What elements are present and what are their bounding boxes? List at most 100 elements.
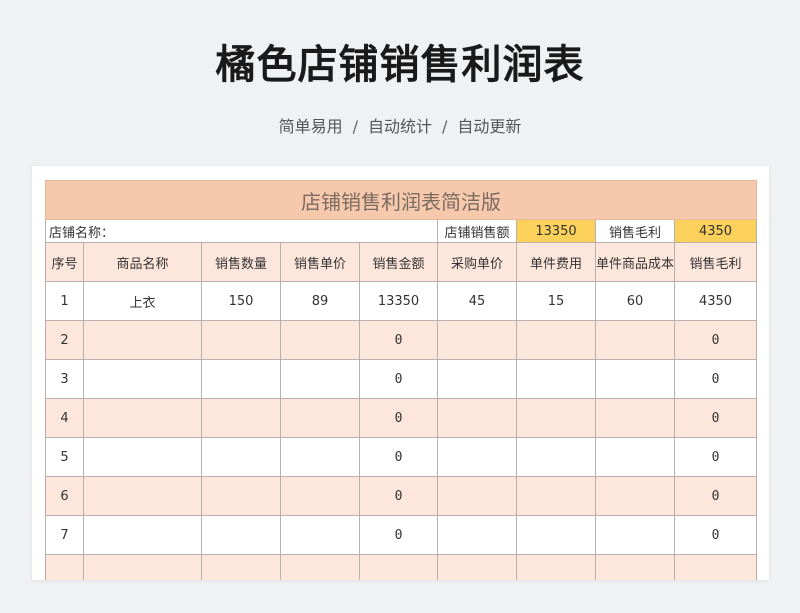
table-cell[interactable]: [437, 320, 517, 360]
table-cell[interactable]: [595, 320, 675, 360]
subtitle-separator: /: [352, 117, 358, 136]
table-cell[interactable]: [437, 359, 517, 399]
header-cell: 单件费用: [516, 242, 596, 282]
table-cell[interactable]: [83, 476, 202, 516]
table-cell[interactable]: [595, 554, 675, 580]
table-cell[interactable]: [83, 515, 202, 555]
table-cell[interactable]: 0: [359, 476, 438, 516]
table-cell[interactable]: [437, 554, 517, 580]
table-cell[interactable]: 0: [673, 320, 758, 360]
table-cell[interactable]: [437, 476, 517, 516]
table-cell[interactable]: [595, 359, 675, 399]
spreadsheet-card: 店铺销售利润表简洁版 店铺名称： 店铺销售额 13350 销售毛利 4350 序…: [32, 166, 769, 580]
table-cell[interactable]: 0: [359, 515, 438, 555]
table-cell[interactable]: [280, 320, 360, 360]
table-cell[interactable]: 13350: [359, 281, 438, 321]
header-cell: 商品名称: [83, 242, 202, 282]
header-cell: 销售毛利: [673, 242, 758, 282]
table-cell[interactable]: 4: [45, 398, 84, 438]
table-cell[interactable]: [595, 437, 675, 477]
table-cell[interactable]: [516, 515, 596, 555]
header-cell: 销售单价: [280, 242, 360, 282]
table-cell[interactable]: [516, 359, 596, 399]
table-cell[interactable]: [595, 398, 675, 438]
table-cell[interactable]: 2: [45, 320, 84, 360]
table-cell[interactable]: [437, 437, 517, 477]
subtitle-item: 自动统计: [367, 117, 432, 136]
table-cell[interactable]: [280, 398, 360, 438]
table-cell[interactable]: [673, 554, 758, 580]
table-row: 2 0 0: [45, 320, 758, 360]
table-cell[interactable]: [516, 437, 596, 477]
table-cell[interactable]: [201, 320, 281, 360]
table-cell[interactable]: 0: [673, 476, 758, 516]
sheet-banner: 店铺销售利润表简洁版: [44, 180, 758, 220]
table-cell[interactable]: 6: [45, 476, 84, 516]
table-cell[interactable]: 1: [45, 281, 84, 321]
table-cell[interactable]: 7: [45, 515, 84, 555]
table-row: 1 上衣 150 89 13350 45 15 60 4350: [45, 281, 758, 321]
table-cell[interactable]: [201, 437, 281, 477]
table-cell[interactable]: 3: [45, 359, 84, 399]
table-cell[interactable]: [83, 320, 202, 360]
table-cell[interactable]: 0: [673, 398, 758, 438]
table-cell[interactable]: [83, 437, 202, 477]
table-cell[interactable]: 89: [280, 281, 360, 321]
table-cell[interactable]: [201, 359, 281, 399]
table-cell[interactable]: 0: [673, 437, 758, 477]
table-row: [45, 554, 758, 580]
table-cell[interactable]: [516, 398, 596, 438]
header-cell: 序号: [45, 242, 84, 282]
table-cell[interactable]: [83, 359, 202, 399]
table-cell[interactable]: 0: [359, 398, 438, 438]
table-cell[interactable]: [516, 554, 596, 580]
table-row: 6 0 0: [45, 476, 758, 516]
store-name-cell[interactable]: 店铺名称：: [45, 219, 438, 243]
table-cell[interactable]: [201, 554, 281, 580]
subtitle: 简单易用 / 自动统计 / 自动更新: [0, 113, 800, 137]
table-cell[interactable]: 0: [359, 359, 438, 399]
table-cell[interactable]: 60: [595, 281, 675, 321]
table-cell[interactable]: 0: [359, 437, 438, 477]
table-cell[interactable]: [516, 476, 596, 516]
table-body: 1 上衣 150 89 13350 45 15 60 4350 2 0 0 3 0 0 4 0 0 5 0 0 6 0 0 7 0…: [45, 281, 758, 580]
table-cell[interactable]: 0: [673, 515, 758, 555]
table-cell[interactable]: [280, 359, 360, 399]
sales-total-value[interactable]: 13350: [516, 219, 596, 243]
table-cell[interactable]: [595, 476, 675, 516]
table-row: 5 0 0: [45, 437, 758, 477]
table-cell[interactable]: [516, 320, 596, 360]
table-cell[interactable]: [83, 398, 202, 438]
table-row: 4 0 0: [45, 398, 758, 438]
table-cell[interactable]: [45, 554, 84, 580]
table-cell[interactable]: [201, 515, 281, 555]
table-cell[interactable]: [280, 554, 360, 580]
table-row: 7 0 0: [45, 515, 758, 555]
table-cell[interactable]: [201, 476, 281, 516]
subtitle-item: 自动更新: [457, 117, 522, 136]
table-cell[interactable]: 5: [45, 437, 84, 477]
table-row: 3 0 0: [45, 359, 758, 399]
table-cell[interactable]: 150: [201, 281, 281, 321]
subtitle-separator: /: [442, 117, 448, 136]
table-cell[interactable]: [359, 554, 438, 580]
header-row: 序号 商品名称 销售数量 销售单价 销售金额 采购单价 单件费用 单件商品成本 …: [45, 242, 758, 282]
header-cell: 采购单价: [437, 242, 517, 282]
header-cell: 销售金额: [359, 242, 438, 282]
table-cell[interactable]: 上衣: [83, 281, 202, 321]
table-cell[interactable]: [201, 398, 281, 438]
table-cell[interactable]: [280, 437, 360, 477]
table-cell[interactable]: [437, 398, 517, 438]
table-cell[interactable]: 15: [516, 281, 596, 321]
table-cell[interactable]: [83, 554, 202, 580]
sales-total-label: 店铺销售额: [437, 219, 517, 243]
gross-profit-value[interactable]: 4350: [673, 219, 758, 243]
table-cell[interactable]: 45: [437, 281, 517, 321]
table-cell[interactable]: [280, 476, 360, 516]
table-cell[interactable]: [437, 515, 517, 555]
table-cell[interactable]: [595, 515, 675, 555]
table-cell[interactable]: 4350: [673, 281, 758, 321]
table-cell[interactable]: 0: [359, 320, 438, 360]
table-cell[interactable]: 0: [673, 359, 758, 399]
table-cell[interactable]: [280, 515, 360, 555]
